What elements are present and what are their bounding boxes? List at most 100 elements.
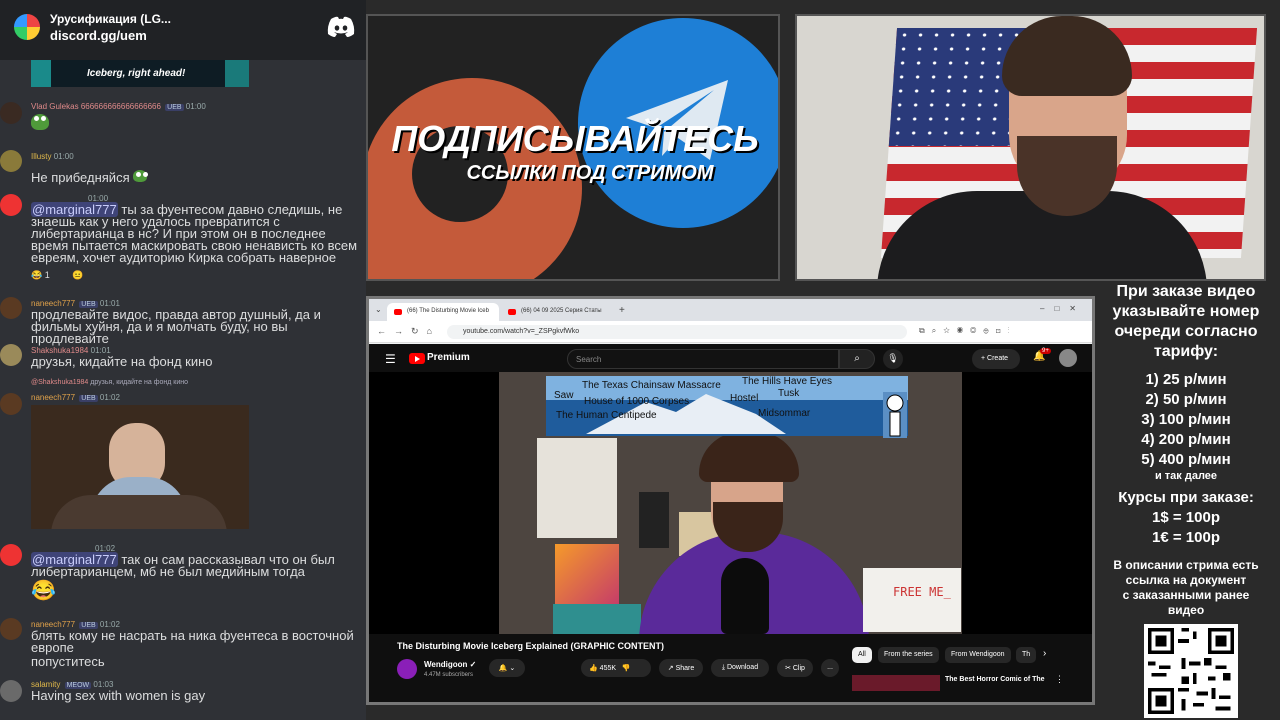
chevron-right-icon[interactable]: › [1043, 648, 1046, 659]
share-label: Share [675, 665, 695, 672]
server-name: Урусификация (LG... [50, 12, 171, 26]
chat-message: @Shakshuka1984 друзья, кидайте на фонд к… [0, 379, 366, 531]
reaction-emoji-icon[interactable]: 😂 1 [31, 270, 60, 281]
nav-buttons[interactable]: ←→↻⌂ [377, 326, 440, 337]
recommended-title[interactable]: The Best Horror Comic of The [945, 676, 1045, 683]
role-badge: UEB [79, 395, 98, 402]
discord-avatar-icon[interactable] [0, 544, 22, 566]
chat-message: salamity MEOW 01:03 Having sex with wome… [0, 678, 366, 718]
account-avatar[interactable] [1059, 349, 1077, 367]
reactions-row: 😂 1 😐 [31, 270, 93, 281]
info-heading-line: очереди согласно [1114, 323, 1258, 340]
microphone-icon[interactable]: 🎙 [883, 349, 903, 369]
message-header: Vlad Gulekas 666666666666666666 UEB 01:0… [31, 102, 206, 111]
tab-video[interactable]: (66) The Disturbing Movie Iceb [387, 303, 499, 321]
info-heading-line: тарифу: [1153, 343, 1219, 360]
subscribe-bell-button[interactable]: 🔔 ⌄ [489, 659, 525, 677]
tiers-etc: и так далее [1154, 470, 1218, 482]
clip-label: Clip [792, 665, 805, 672]
reply-user: @Shakshuka1984 [31, 379, 89, 386]
search-input[interactable]: Search [567, 349, 839, 369]
attachment-image[interactable] [31, 405, 249, 529]
message-text: блять кому не насрать на ника фуентеса в… [31, 628, 354, 655]
subscriber-count: 4.47M subscribers [424, 672, 474, 678]
clip-button[interactable]: ✂ Clip [777, 659, 813, 677]
tab-title: (66) The Disturbing Movie Iceb [407, 308, 489, 314]
youtube-favicon-icon [394, 309, 402, 315]
extension-icons[interactable]: ⧉⌕☆◉◎⊕⊡⋮ [919, 326, 1017, 336]
search-icon[interactable]: ⌕ [839, 349, 875, 369]
wall-frame [639, 492, 669, 548]
rate-eur: 1€ = 100р [1152, 529, 1220, 546]
tab-list-icon[interactable]: ⌄ [375, 305, 382, 314]
download-label: Download [726, 664, 759, 671]
avatar[interactable] [0, 297, 22, 319]
avatar[interactable] [0, 102, 22, 124]
attachment-caption: Iceberg, right ahead! [87, 68, 186, 79]
like-count: 455K [599, 665, 617, 672]
hamburger-menu-icon[interactable]: ☰ [385, 352, 396, 366]
chip-all[interactable]: All [852, 647, 872, 663]
username[interactable]: Vlad Gulekas [31, 102, 79, 111]
video-title: The Disturbing Movie Iceberg Explained (… [397, 641, 665, 651]
wall-poster [537, 438, 617, 538]
create-button[interactable]: + Create [972, 349, 1020, 369]
chat-message: 01:00 @marginal777 ты за фуентесом давно… [0, 192, 366, 282]
player-letterbox-left [369, 372, 499, 634]
banner-title: ПОДПИСЫВАЙТЕСЬ [391, 118, 759, 159]
youtube-logo-icon[interactable] [409, 353, 425, 364]
url-field[interactable]: youtube.com/watch?v=_ZSPgkvfWko [447, 325, 907, 339]
message-text: Не прибедняйся [31, 170, 130, 185]
avatar[interactable] [0, 393, 22, 415]
iceberg-label: Tusk [778, 388, 800, 399]
message-body: Не прибедняйся [31, 170, 366, 184]
channel-name[interactable]: Wendigoon ✓ [424, 660, 476, 669]
timestamp: 01:00 [53, 152, 74, 161]
message-header: Illusty 01:00 [31, 152, 74, 161]
channel-name-text: Wendigoon [424, 660, 468, 669]
more-actions-button[interactable]: ... [821, 659, 839, 677]
new-tab-button[interactable]: + [619, 305, 625, 316]
record-player [553, 604, 641, 634]
price-tier: 1) 25 р/мин [1145, 371, 1227, 388]
chat-message: Vlad Gulekas 666666666666666666 UEB 01:0… [0, 100, 366, 140]
stick-figure-icon [883, 392, 907, 438]
chip-more[interactable]: Th [1016, 647, 1037, 663]
chip-channel[interactable]: From Wendigoon [945, 647, 1011, 663]
message-text: Having sex with women is gay [31, 688, 206, 703]
avatar[interactable] [0, 344, 22, 366]
browser-window: ⌄ (66) The Disturbing Movie Iceb (66) 04… [366, 296, 1095, 705]
share-button[interactable]: ↗ Share [659, 659, 703, 677]
price-tier: 4) 200 р/мин [1141, 431, 1231, 448]
username[interactable]: Illusty [31, 152, 51, 161]
avatar[interactable] [0, 680, 22, 702]
recommended-menu-icon[interactable]: ⋮ [1055, 674, 1064, 685]
reaction-emoji-icon[interactable]: 😐 [72, 270, 83, 281]
chat-message: naneech777 UEB 01:01 продлевайте видос, … [0, 297, 366, 345]
channel-avatar[interactable] [397, 659, 417, 679]
player-letterbox-right [962, 372, 1092, 634]
iceberg-label: Saw [554, 390, 574, 401]
avatar[interactable] [0, 618, 22, 640]
video-player[interactable]: FREE ME_ The Texas Chainsaw Massacre The… [499, 372, 962, 634]
message-body: @marginal777 так он сам рассказывал что … [31, 552, 366, 578]
avatar[interactable] [0, 150, 22, 172]
like-button[interactable]: 👍 455K 👎 [581, 659, 651, 677]
discord-avatar-icon[interactable] [0, 194, 22, 216]
attachment-image[interactable]: Iceberg, right ahead! [31, 60, 249, 87]
chip-series[interactable]: From the series [878, 647, 939, 663]
recommended-thumbnail[interactable] [852, 675, 940, 691]
tab-other[interactable]: (66) 04 09 2025 Серия Статы [501, 303, 613, 321]
window-controls[interactable]: –□✕ [1040, 304, 1086, 313]
description-note: с заказанными ранее [1122, 588, 1250, 602]
youtube-brand[interactable]: Premium [427, 352, 470, 363]
description-note: видео [1167, 603, 1205, 617]
attachment-accent [31, 60, 51, 87]
youtube-page: ☰ Premium Search ⌕ 🎙 + Create 🔔 9+ FREE … [369, 344, 1092, 702]
server-header: Урусификация (LG... discord.gg/uem [0, 0, 366, 60]
download-button[interactable]: ⤓ Download [711, 659, 769, 677]
server-invite-link[interactable]: discord.gg/uem [50, 28, 147, 43]
chat-message: naneech777 UEB 01:02 блять кому не насра… [0, 618, 366, 674]
reply-preview[interactable]: @Shakshuka1984 друзья, кидайте на фонд к… [31, 379, 188, 386]
username[interactable]: naneech777 [31, 393, 75, 402]
